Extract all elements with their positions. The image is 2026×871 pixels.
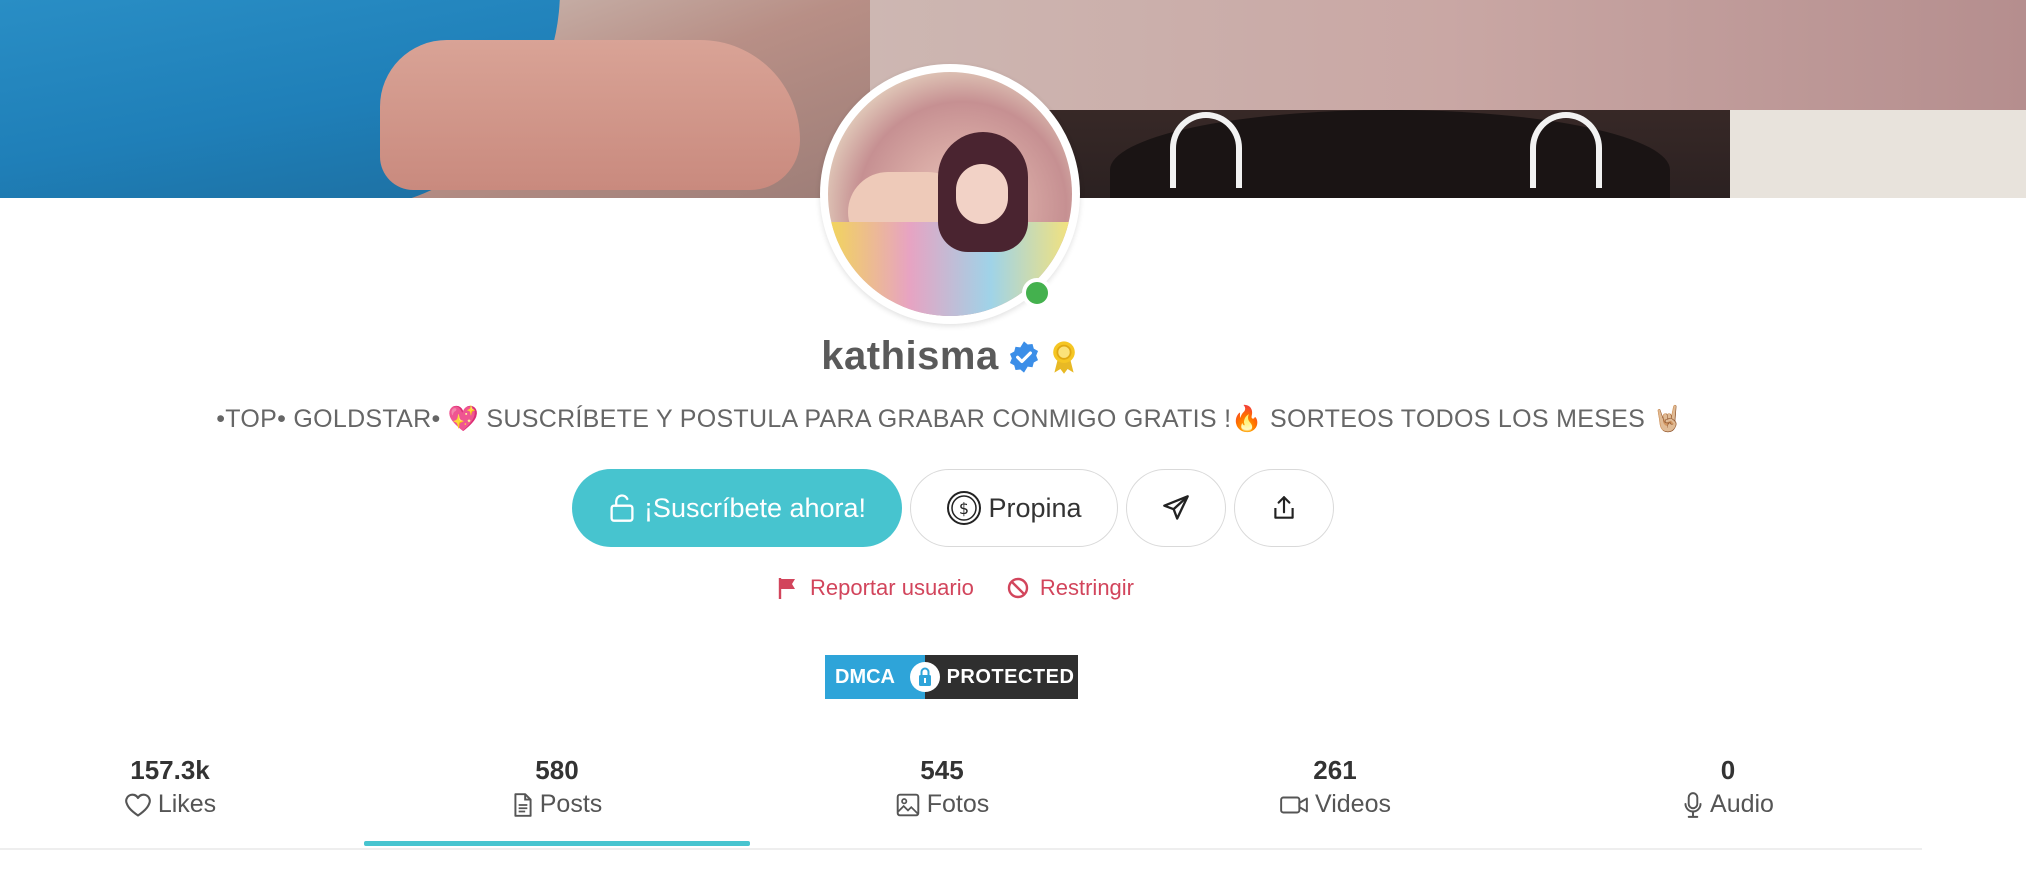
tip-label: Propina	[988, 492, 1082, 523]
fotos-label: Fotos	[926, 790, 990, 818]
restrict-link[interactable]: Restringir	[1006, 575, 1134, 601]
document-icon	[514, 792, 532, 817]
protected-label: PROTECTED	[946, 665, 1075, 688]
profile-name-row: kathisma	[0, 334, 1900, 379]
flag-icon	[778, 578, 795, 599]
report-user-link[interactable]: Reportar usuario	[776, 575, 974, 601]
gold-award-icon	[1052, 340, 1075, 374]
dmca-protected-badge[interactable]: DMCA PROTECTED	[825, 655, 1078, 699]
block-icon	[1007, 577, 1029, 599]
svg-text:$: $	[959, 499, 969, 518]
tab-videos[interactable]: 261 Videos	[1235, 755, 1435, 819]
profile-actions: ¡Suscríbete ahora! $ Propina	[572, 469, 1334, 547]
lock-icon	[910, 662, 940, 692]
tabs-divider	[0, 848, 1922, 850]
verified-badge-icon	[1009, 340, 1038, 373]
microphone-icon	[1684, 791, 1702, 818]
send-message-button[interactable]	[1126, 469, 1226, 547]
tab-posts[interactable]: 580 Posts	[457, 755, 657, 819]
profile-stats-tabs: 157.3k Likes 580 Posts 545 Fotos 261 Vid…	[0, 755, 1922, 850]
username: kathisma	[821, 334, 999, 378]
moderation-links: Reportar usuario Restringir	[776, 575, 1134, 601]
paper-plane-icon	[1163, 495, 1189, 520]
active-tab-indicator	[364, 841, 750, 846]
subscribe-label: ¡Suscríbete ahora!	[643, 492, 867, 523]
share-icon	[1274, 496, 1294, 519]
videos-count: 261	[1313, 755, 1357, 785]
profile-bio: •TOP• GOLDSTAR• 💖 SUSCRÍBETE Y POSTULA P…	[216, 405, 1684, 433]
cover-photo-left	[0, 0, 870, 198]
dollar-coin-icon: $	[947, 491, 982, 525]
posts-count: 580	[535, 755, 579, 785]
fotos-count: 545	[920, 755, 964, 785]
image-icon	[896, 793, 920, 816]
videos-label: Videos	[1315, 790, 1391, 818]
restrict-label: Restringir	[1039, 575, 1135, 600]
audio-label: Audio	[1710, 790, 1774, 818]
avatar[interactable]	[820, 64, 1080, 324]
dmca-label: DMCA	[835, 665, 895, 688]
report-user-label: Reportar usuario	[810, 575, 974, 600]
likes-label: Likes	[157, 790, 217, 818]
unlock-icon	[610, 494, 634, 522]
posts-label: Posts	[539, 790, 603, 818]
heart-icon	[125, 793, 151, 817]
tab-audio[interactable]: 0 Audio	[1628, 755, 1828, 819]
share-button[interactable]	[1234, 469, 1334, 547]
subscribe-button[interactable]: ¡Suscríbete ahora!	[572, 469, 902, 547]
tab-fotos[interactable]: 545 Fotos	[842, 755, 1042, 819]
tip-button[interactable]: $ Propina	[910, 469, 1118, 547]
video-icon	[1280, 796, 1308, 813]
online-status-indicator	[1022, 278, 1052, 308]
likes-count: 157.3k	[130, 755, 210, 785]
audio-count: 0	[1720, 755, 1736, 785]
tab-likes[interactable]: 157.3k Likes	[70, 755, 270, 819]
